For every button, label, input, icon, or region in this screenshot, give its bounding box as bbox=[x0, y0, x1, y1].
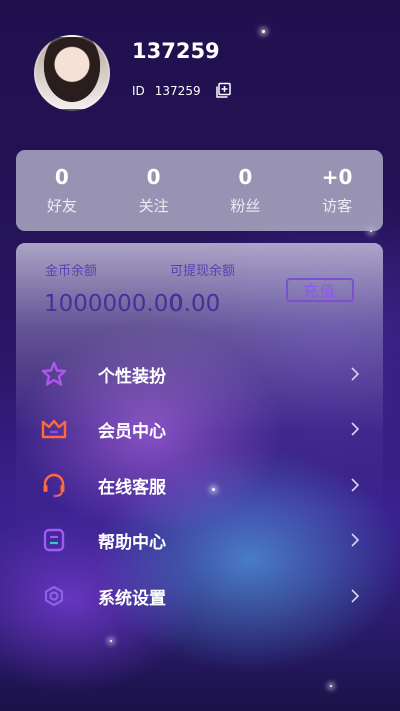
chevron-right-icon bbox=[350, 477, 360, 493]
stats-card: 0 好友 0 关注 0 粉丝 +0 访客 bbox=[16, 150, 383, 231]
id-label: ID bbox=[132, 83, 145, 98]
menu-label: 在线客服 bbox=[98, 477, 166, 498]
menu-label: 系统设置 bbox=[98, 588, 166, 609]
stat-fans[interactable]: 0 粉丝 bbox=[200, 150, 292, 231]
crown-icon bbox=[40, 415, 68, 443]
menu-item-customer-service[interactable]: 在线客服 bbox=[40, 465, 360, 505]
menu-label: 个性装扮 bbox=[98, 366, 166, 387]
chevron-right-icon bbox=[350, 588, 360, 604]
menu-item-system-settings[interactable]: 系统设置 bbox=[40, 576, 360, 616]
recharge-button[interactable]: 充值 bbox=[286, 278, 354, 302]
stat-label: 访客 bbox=[322, 197, 353, 215]
stat-value: 0 bbox=[146, 165, 161, 189]
gold-balance-value: 1000000.00 bbox=[44, 291, 184, 317]
menu-item-vip-center[interactable]: 会员中心 bbox=[40, 409, 360, 449]
stat-label: 粉丝 bbox=[230, 197, 261, 215]
chevron-right-icon bbox=[350, 366, 360, 382]
gold-balance-label: 金币余额 bbox=[45, 264, 98, 279]
avatar[interactable] bbox=[34, 35, 110, 111]
chevron-right-icon bbox=[350, 532, 360, 548]
stat-value: 0 bbox=[238, 165, 253, 189]
id-value: 137259 bbox=[154, 83, 201, 98]
chevron-right-icon bbox=[350, 421, 360, 437]
username: 137259 bbox=[132, 39, 220, 63]
stat-label: 关注 bbox=[138, 197, 169, 215]
gear-icon bbox=[40, 582, 68, 610]
stat-following[interactable]: 0 关注 bbox=[108, 150, 200, 231]
menu-label: 会员中心 bbox=[98, 421, 166, 442]
star-icon bbox=[40, 360, 68, 388]
stat-visitors[interactable]: +0 访客 bbox=[291, 150, 383, 231]
star-sparkle bbox=[262, 30, 265, 33]
help-doc-icon bbox=[40, 526, 68, 554]
withdraw-balance-label: 可提现余额 bbox=[170, 264, 236, 279]
headset-icon bbox=[40, 471, 68, 499]
stat-friends[interactable]: 0 好友 bbox=[16, 150, 108, 231]
menu-item-help-center[interactable]: 帮助中心 bbox=[40, 520, 360, 560]
stat-value: 0 bbox=[54, 165, 69, 189]
stat-value: +0 bbox=[321, 165, 353, 189]
copy-icon[interactable] bbox=[215, 82, 232, 99]
stat-label: 好友 bbox=[46, 197, 77, 215]
menu-label: 帮助中心 bbox=[98, 532, 166, 553]
withdraw-balance-value: 0.00 bbox=[169, 291, 221, 317]
user-id-row: ID 137259 bbox=[132, 82, 232, 99]
menu-item-dress-up[interactable]: 个性装扮 bbox=[40, 354, 360, 394]
